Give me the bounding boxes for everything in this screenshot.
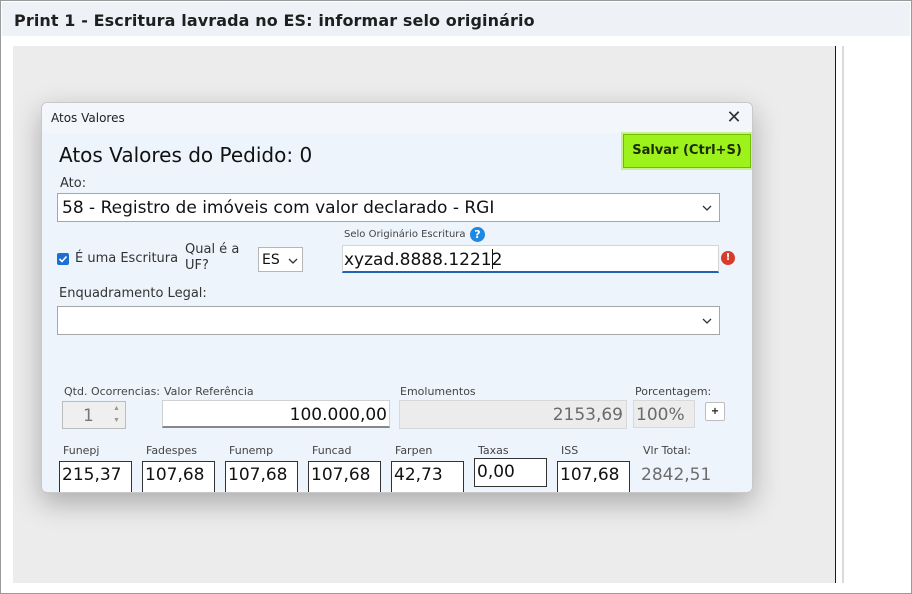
header-band: Print 1 - Escritura lavrada no ES: infor…	[2, 2, 910, 36]
emolumentos-label: Emolumentos	[400, 385, 476, 398]
fee-input-farpen[interactable]: 42,73	[391, 461, 464, 492]
fee-input-funemp[interactable]: 107,68	[225, 461, 298, 492]
text-caret	[492, 249, 493, 269]
fee-label-iss: ISS	[561, 444, 579, 457]
fee-label-funcad: Funcad	[312, 444, 352, 457]
enquadramento-select[interactable]	[57, 306, 720, 335]
uf-value: ES	[262, 252, 280, 268]
atos-valores-dialog: Atos Valores ✕ Atos Valores do Pedido: 0…	[41, 102, 753, 493]
fee-input-fadespes[interactable]: 107,68	[142, 461, 215, 492]
uf-label-line2: UF?	[185, 258, 209, 273]
fee-value-farpen: 42,73	[394, 465, 443, 485]
enquadramento-label: Enquadramento Legal:	[59, 286, 207, 301]
total-value: 2842,51	[641, 465, 712, 485]
chevron-down-icon	[288, 258, 298, 264]
check-icon	[58, 255, 68, 263]
ato-select[interactable]: 58 - Registro de imóveis com valor decla…	[57, 193, 720, 222]
qtd-value: 1	[83, 406, 94, 426]
fee-input-funcad[interactable]: 107,68	[308, 461, 381, 492]
valor-referencia-input[interactable]: 100.000,00	[162, 400, 390, 428]
screenshot-frame: Print 1 - Escritura lavrada no ES: infor…	[0, 0, 912, 594]
spin-up-icon[interactable]: ▲	[109, 403, 124, 415]
help-icon[interactable]: ?	[470, 227, 485, 242]
fee-label-taxas: Taxas	[478, 444, 509, 457]
fee-label-funemp: Funemp	[229, 444, 274, 457]
uf-label-line1: Qual é a	[185, 242, 240, 257]
qtd-stepper[interactable]: 1 ▲ ▼	[62, 401, 126, 429]
selo-value: xyzad.8888.12212	[344, 250, 503, 270]
dialog-titlebar: Atos Valores ✕	[42, 103, 752, 133]
uf-select[interactable]: ES	[258, 247, 303, 272]
ato-value: 58 - Registro de imóveis com valor decla…	[62, 198, 495, 218]
selo-label: Selo Originário Escritura	[344, 229, 466, 240]
emolumentos-field: 2153,69	[399, 400, 627, 429]
fee-value-fadespes: 107,68	[145, 465, 205, 485]
page-title: Print 1 - Escritura lavrada no ES: infor…	[14, 11, 535, 30]
selo-originario-input[interactable]: xyzad.8888.12212	[342, 245, 719, 273]
escritura-checkbox[interactable]	[57, 253, 69, 265]
escritura-label: É uma Escritura	[75, 251, 179, 266]
save-button[interactable]: Salvar (Ctrl+S)	[623, 134, 751, 168]
porcentagem-label: Porcentagem:	[635, 385, 712, 398]
fee-label-farpen: Farpen	[395, 444, 433, 457]
fee-value-iss: 107,68	[560, 465, 620, 485]
valor-referencia-value: 100.000,00	[289, 405, 387, 425]
spin-down-icon[interactable]: ▼	[109, 415, 124, 427]
ato-label: Ato:	[60, 176, 87, 191]
fee-value-funemp: 107,68	[228, 465, 288, 485]
total-label: Vlr Total:	[643, 444, 691, 457]
chevron-down-icon	[702, 318, 712, 324]
close-icon[interactable]: ✕	[724, 108, 744, 128]
chevron-down-icon	[702, 205, 712, 211]
dialog-title: Atos Valores	[51, 111, 125, 125]
fee-input-iss[interactable]: 107,68	[557, 461, 630, 492]
fee-value-taxas: 0,00	[477, 462, 515, 482]
emolumentos-value: 2153,69	[552, 405, 623, 425]
valor-referencia-label: Valor Referência	[164, 385, 254, 398]
porcentagem-value: 100%	[636, 405, 685, 425]
porcentagem-field: 100%	[633, 400, 695, 428]
error-icon: !	[721, 251, 735, 265]
fee-label-funepj: Funepj	[63, 444, 100, 457]
qtd-label: Qtd. Ocorrencias:	[64, 385, 161, 398]
fee-input-funepj[interactable]: 215,37	[59, 461, 132, 492]
add-porcentagem-button[interactable]: +	[705, 402, 725, 421]
fee-input-taxas[interactable]: 0,00	[474, 458, 547, 487]
right-strip	[842, 46, 844, 583]
fee-value-funcad: 107,68	[311, 465, 371, 485]
fee-value-funepj: 215,37	[62, 465, 122, 485]
fee-label-fadespes: Fadespes	[146, 444, 198, 457]
dialog-heading: Atos Valores do Pedido: 0	[59, 143, 313, 167]
